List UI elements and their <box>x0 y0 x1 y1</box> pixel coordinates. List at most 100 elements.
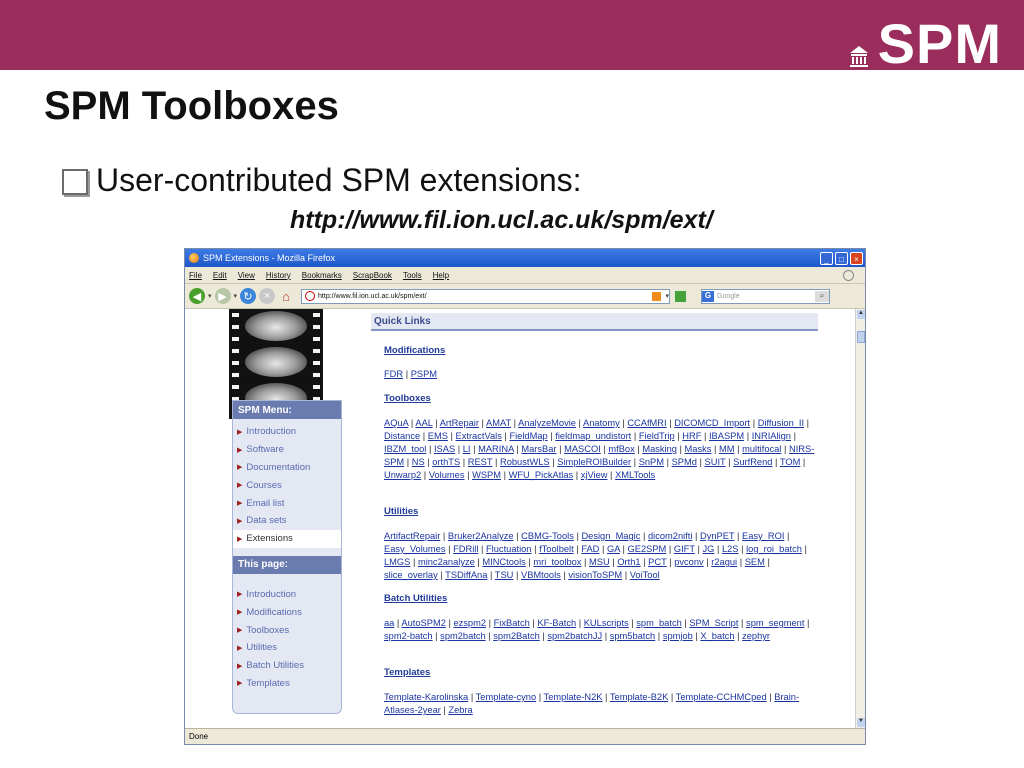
sidebar-item-extensions[interactable]: ▶ Extensions <box>233 529 341 548</box>
quick-link[interactable]: spm2batchJJ <box>547 631 602 641</box>
menu-help[interactable]: Help <box>433 271 449 280</box>
quick-link[interactable]: ISAS <box>434 444 455 454</box>
sidebar-item-documentation[interactable]: ▶ Documentation <box>233 459 341 477</box>
quick-link[interactable]: FixBatch <box>494 618 530 628</box>
quick-link[interactable]: Template-B2K <box>610 692 668 702</box>
forward-arrow-icon[interactable]: ▶ <box>214 288 231 304</box>
quick-link[interactable]: slice_overlay <box>384 570 438 580</box>
quick-link[interactable]: MSU <box>589 557 610 567</box>
quick-link[interactable]: xjView <box>581 470 608 480</box>
search-icon[interactable]: ⌕ <box>815 290 830 302</box>
quick-link[interactable]: orthTS <box>432 457 460 467</box>
sidebar-item-email-list[interactable]: ▶ Email list <box>233 494 341 512</box>
quick-link[interactable]: Masking <box>642 444 677 454</box>
quick-link[interactable]: FAD <box>581 544 599 554</box>
quick-link[interactable]: AQuA <box>384 418 408 428</box>
page-item-introduction[interactable]: ▶ Introduction <box>233 586 341 604</box>
search-box[interactable]: G Google ⌕ <box>701 288 831 304</box>
quick-link[interactable]: KULscripts <box>584 618 629 628</box>
quick-link[interactable]: spm5batch <box>610 631 655 641</box>
quick-link[interactable]: Diffusion_II <box>758 418 804 428</box>
address-text[interactable]: http://www.fil.ion.ucl.ac.uk/spm/ext/ <box>318 293 648 300</box>
quick-link[interactable]: TSU <box>495 570 514 580</box>
page-item-modifications[interactable]: ▶ Modifications <box>233 603 341 621</box>
quick-link[interactable]: GE2SPM <box>628 544 667 554</box>
quick-link[interactable]: minc2analyze <box>418 557 475 567</box>
quick-link[interactable]: CCAfMRI <box>627 418 666 428</box>
quick-link[interactable]: spm_batch <box>636 618 681 628</box>
quick-link[interactable]: Orth1 <box>617 557 640 567</box>
quick-link[interactable]: pvconv <box>674 557 703 567</box>
quick-link[interactable]: Bruker2Analyze <box>448 531 514 541</box>
quick-link[interactable]: Easy_Volumes <box>384 544 446 554</box>
quick-link[interactable]: Fluctuation <box>486 544 531 554</box>
home-icon[interactable]: ⌂ <box>278 288 294 304</box>
quick-link[interactable]: LI <box>463 444 471 454</box>
quick-link[interactable]: RobustWLS <box>500 457 550 467</box>
stop-icon[interactable]: × <box>259 288 276 304</box>
quick-link[interactable]: FieldTrip <box>639 431 675 441</box>
quick-link[interactable]: VoiTool <box>630 570 660 580</box>
quick-link[interactable]: FieldMap <box>509 431 547 441</box>
batch-utilities-heading[interactable]: Batch Utilities <box>384 593 447 604</box>
quick-link[interactable]: log_roi_batch <box>746 544 802 554</box>
quick-link[interactable]: AnalyzeMovie <box>518 418 576 428</box>
minimize-button[interactable]: _ <box>820 251 833 265</box>
forward-dropdown-icon[interactable]: ▾ <box>234 292 238 300</box>
quick-link[interactable]: mfBox <box>608 444 634 454</box>
quick-link[interactable]: TSDiffAna <box>445 570 487 580</box>
quick-link[interactable]: TOM <box>780 457 801 467</box>
maximize-button[interactable]: □ <box>835 251 848 265</box>
quick-link[interactable]: DynPET <box>700 531 734 541</box>
quick-link[interactable]: multifocal <box>742 444 781 454</box>
quick-link[interactable]: dicom2nifti <box>648 531 692 541</box>
quick-link[interactable]: GIFT <box>674 544 695 554</box>
quick-link[interactable]: NS <box>412 457 425 467</box>
quick-link[interactable]: SimpleROIBuilder <box>557 457 631 467</box>
quick-link[interactable]: SPMd <box>672 457 697 467</box>
quick-link[interactable]: WSPM <box>472 470 501 480</box>
quick-link[interactable]: zephyr <box>742 631 770 641</box>
sidebar-item-data-sets[interactable]: ▶ Data sets <box>233 512 341 530</box>
search-placeholder[interactable]: Google <box>717 293 740 300</box>
quick-link[interactable]: Easy_ROI <box>742 531 784 541</box>
close-button[interactable]: × <box>850 251 863 265</box>
quick-link[interactable]: EMS <box>428 431 448 441</box>
quick-link[interactable]: spm2batch <box>440 631 485 641</box>
quick-link[interactable]: ArtRepair <box>440 418 479 428</box>
quick-link[interactable]: ArtifactRepair <box>384 531 440 541</box>
page-item-toolboxes[interactable]: ▶ Toolboxes <box>233 621 341 639</box>
quick-link[interactable]: WFU_PickAtlas <box>509 470 574 480</box>
quick-link[interactable]: AMAT <box>486 418 511 428</box>
quick-link[interactable]: SPM_Script <box>689 618 738 628</box>
address-bar[interactable]: http://www.fil.ion.ucl.ac.uk/spm/ext/ ▾ <box>301 288 671 304</box>
menu-history[interactable]: History <box>266 271 291 280</box>
sidebar-item-software[interactable]: ▶ Software <box>233 441 341 459</box>
quick-link[interactable]: Volumes <box>429 470 465 480</box>
page-item-templates[interactable]: ▶ Templates <box>233 675 341 693</box>
quick-link[interactable]: FDR <box>384 369 403 379</box>
sidebar-item-introduction[interactable]: ▶ Introduction <box>233 423 341 441</box>
quick-link[interactable]: LMGS <box>384 557 410 567</box>
quick-link[interactable]: MarsBar <box>521 444 556 454</box>
address-dropdown-icon[interactable]: ▾ <box>666 292 670 300</box>
quick-link[interactable]: Template-cyno <box>476 692 536 702</box>
quick-link[interactable]: REST <box>468 457 493 467</box>
menu-edit[interactable]: Edit <box>213 271 227 280</box>
quick-link[interactable]: XMLTools <box>615 470 655 480</box>
menu-scrapbook[interactable]: ScrapBook <box>353 271 392 280</box>
quick-link[interactable]: Template-Karolinska <box>384 692 468 702</box>
quick-link[interactable]: PCT <box>648 557 666 567</box>
quick-link[interactable]: visionToSPM <box>568 570 622 580</box>
go-button[interactable] <box>675 290 687 302</box>
quick-link[interactable]: HRF <box>682 431 701 441</box>
vertical-scrollbar[interactable]: ▲ ▼ <box>855 309 865 728</box>
quick-link[interactable]: Unwarp2 <box>384 470 421 480</box>
quick-link[interactable]: Masks <box>685 444 712 454</box>
quick-link[interactable]: AutoSPM2 <box>401 618 445 628</box>
back-arrow-icon[interactable]: ◀ <box>189 288 205 304</box>
quick-link[interactable]: r2agui <box>711 557 737 567</box>
quick-link[interactable]: CBMG-Tools <box>521 531 574 541</box>
page-item-utilities[interactable]: ▶ Utilities <box>233 639 341 657</box>
quick-link[interactable]: AAL <box>415 418 432 428</box>
